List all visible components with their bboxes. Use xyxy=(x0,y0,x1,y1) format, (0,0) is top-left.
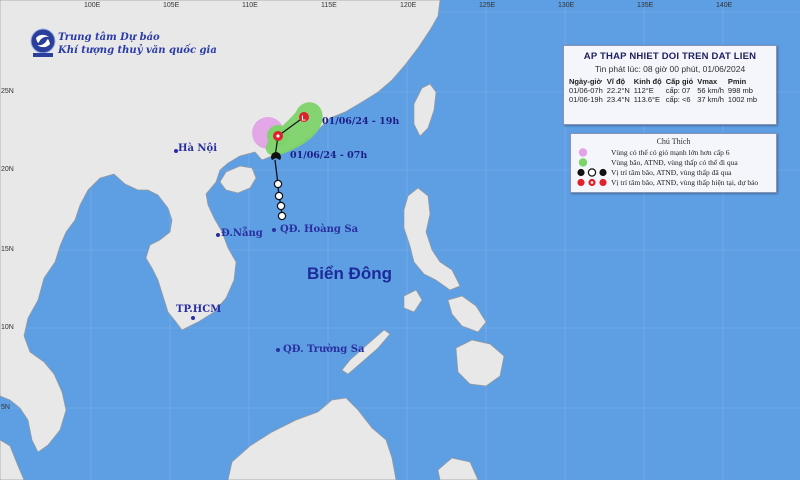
current-position-eye xyxy=(276,134,280,138)
truong-sa-marker xyxy=(276,348,280,352)
forecast-map: L 100E 105E 110E 115E 120E 125E 130E 135… xyxy=(0,0,800,480)
bulletin-header-row: Ngày-giờ Vĩ độ Kinh độ Cấp gió Vmax Pmin xyxy=(567,77,759,86)
cell-pmin: 998 mb xyxy=(727,86,753,95)
luzon-island xyxy=(403,187,461,291)
city-label-danang: Đ.Nẵng xyxy=(221,228,263,239)
cell-wind-level: cấp: <6 xyxy=(665,95,691,104)
cell-pmin: 1002 mb xyxy=(727,95,758,104)
hcm-marker xyxy=(191,316,195,320)
tick-115e: 115E xyxy=(321,2,337,9)
legend-label: Vùng bão, ATNĐ, vùng thấp có thể đi qua xyxy=(611,158,738,167)
header-lat: Vĩ độ xyxy=(606,77,626,86)
cell-datetime: 01/06-19h xyxy=(569,95,603,104)
tick-15n: 15N xyxy=(1,246,14,253)
tick-130e: 130E xyxy=(558,2,575,9)
track-label-07h: 01/06/24 - 07h xyxy=(290,150,368,161)
table-row: 01/06-07h 22.2°N 112°E cấp: 07 56 km/h 9… xyxy=(567,86,759,95)
tick-120e: 120E xyxy=(400,2,417,9)
cell-wind-level: cấp: 07 xyxy=(665,86,691,95)
borneo-island xyxy=(227,397,397,480)
tick-20n: 20N xyxy=(1,166,14,173)
track-label-19h: 01/06/24 - 19h xyxy=(322,116,400,127)
past-position-marker xyxy=(276,201,286,211)
cell-lon: 112°E xyxy=(633,86,654,95)
past-positions xyxy=(273,179,287,221)
header-vmax: Vmax xyxy=(697,77,718,86)
org-name: Trung tâm Dự báo Khí tượng thuỷ văn quốc… xyxy=(58,31,217,57)
tick-100e: 100E xyxy=(84,2,101,9)
mainland-landmass xyxy=(0,0,441,453)
cell-lon: 113.6°E xyxy=(633,95,661,104)
table-row: 01/06-19h 23.4°N 113.6°E cấp: <6 37 km/h… xyxy=(567,95,759,104)
header-pmin: Pmin xyxy=(727,77,747,86)
cell-datetime: 01/06-07h xyxy=(569,86,603,95)
danang-marker xyxy=(216,233,220,237)
past-position-marker xyxy=(274,191,284,201)
tick-5n: 5N xyxy=(1,404,10,411)
header-datetime: Ngày-giờ xyxy=(569,77,602,86)
hoang-sa-marker xyxy=(272,228,276,232)
legend-item-path-zone: Vùng bão, ATNĐ, vùng thấp có thể đi qua xyxy=(575,158,738,167)
past-position-marker xyxy=(273,179,283,189)
org-logo xyxy=(30,28,56,62)
legend-panel: Chú Thích Vùng có thể có gió mạnh lớn hơ… xyxy=(570,133,777,193)
tick-10n: 10N xyxy=(1,324,14,331)
legend-item-past: Vị trí tâm bão, ATNĐ, vùng thấp đã qua xyxy=(575,168,731,177)
cell-vmax: 37 km/h xyxy=(697,95,724,104)
sulawesi-island xyxy=(437,457,479,480)
bulletin-title: AP THAP NHIET DOI TREN DAT LIEN xyxy=(583,51,757,62)
legend-label: Vị trí tâm bão, ATNĐ, vùng thấp hiện tại… xyxy=(611,178,759,187)
low-symbol-letter: L xyxy=(302,116,307,123)
tick-110e: 110E xyxy=(242,2,258,9)
tick-105e: 105E xyxy=(163,2,180,9)
tick-25n: 25N xyxy=(1,88,14,95)
past-position-marker xyxy=(277,211,287,221)
tick-125e: 125E xyxy=(479,2,496,9)
legend-label: Vị trí tâm bão, ATNĐ, vùng thấp đã qua xyxy=(611,168,732,177)
island-label-hoang-sa: QĐ. Hoàng Sa xyxy=(280,224,359,235)
bulletin-table: Ngày-giờ Vĩ độ Kinh độ Cấp gió Vmax Pmin… xyxy=(567,77,759,104)
visayas-islands xyxy=(447,295,487,333)
cell-lat: 22.2°N xyxy=(606,86,630,95)
cell-vmax: 56 km/h xyxy=(697,86,724,95)
cell-lat: 23.4°N xyxy=(606,95,630,104)
bulletin-issued: Tin phát lúc: 08 giờ 00 phút, 01/06/2024 xyxy=(594,64,746,74)
org-name-line2: Khí tượng thuỷ văn quốc gia xyxy=(58,45,217,56)
legend-label: Vùng có thể có gió mạnh lớn hơn cấp 6 xyxy=(611,148,730,157)
tick-135e: 135E xyxy=(637,2,654,9)
city-label-hcm: TP.HCM xyxy=(176,304,222,315)
header-wind-level: Cấp gió xyxy=(665,77,694,86)
sea-label: Biển Đông xyxy=(307,264,392,283)
mindanao-island xyxy=(455,339,505,387)
header-lon: Kinh độ xyxy=(633,77,662,86)
malay-peninsula xyxy=(0,439,25,480)
org-name-line1: Trung tâm Dự báo xyxy=(58,32,160,43)
tick-140e: 140E xyxy=(716,2,733,9)
island-label-truong-sa: QĐ. Trường Sa xyxy=(283,344,365,355)
bulletin-panel: AP THAP NHIET DOI TREN DAT LIEN Tin phát… xyxy=(563,45,777,125)
legend-item-strong-wind: Vùng có thể có gió mạnh lớn hơn cấp 6 xyxy=(575,148,730,157)
legend-title: Chú Thích xyxy=(656,137,691,146)
city-label-hanoi: Hà Nội xyxy=(178,143,218,154)
legend-item-forecast: Vị trí tâm bão, ATNĐ, vùng thấp hiện tại… xyxy=(575,178,758,187)
